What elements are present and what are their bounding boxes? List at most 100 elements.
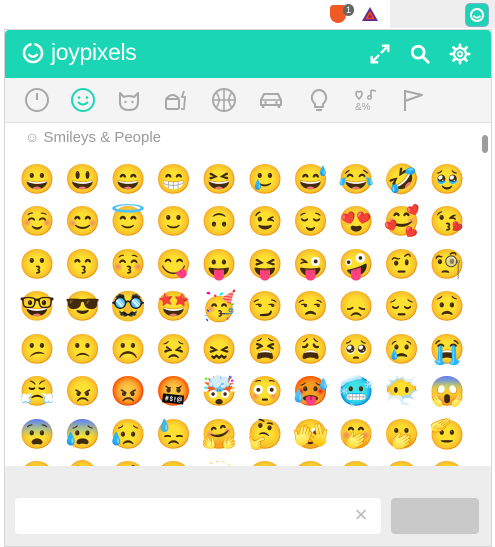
category-recent[interactable] <box>23 86 51 114</box>
emoji-item[interactable]: 🥹 <box>429 162 465 198</box>
emoji-item[interactable]: 🫣 <box>293 417 329 453</box>
emoji-item[interactable]: 😆 <box>201 162 237 198</box>
emoji-item[interactable]: 🤣 <box>384 162 420 198</box>
emoji-item[interactable]: 🤪 <box>338 247 374 283</box>
emoji-item[interactable]: 😛 <box>201 247 237 283</box>
emoji-item[interactable]: 🫡 <box>429 417 465 453</box>
browser-toolbar: 1 <box>0 0 495 28</box>
emoji-item[interactable]: 🥵 <box>293 375 329 411</box>
emoji-item[interactable]: 😱 <box>429 375 465 411</box>
category-objects[interactable] <box>305 86 333 114</box>
emoji-item[interactable]: 🤩 <box>156 290 192 326</box>
section-title: ☺ Smileys & People <box>25 129 161 146</box>
emoji-item[interactable]: 😂 <box>338 162 374 198</box>
emoji-item[interactable]: 😖 <box>201 332 237 368</box>
emoji-item[interactable]: 😋 <box>156 247 192 283</box>
emoji-scrollbar[interactable] <box>481 131 489 466</box>
emoji-item[interactable]: 🥳 <box>201 290 237 326</box>
emoji-item[interactable]: 😘 <box>429 205 465 241</box>
emoji-item[interactable]: 😅 <box>293 162 329 198</box>
emoji-item[interactable]: 😇 <box>110 205 146 241</box>
emoji-item[interactable]: 😚 <box>110 247 146 283</box>
emoji-item[interactable]: 😤 <box>19 375 55 411</box>
emoji-item[interactable]: 😌 <box>293 205 329 241</box>
emoji-item[interactable]: 🤬 <box>156 375 192 411</box>
copy-button[interactable] <box>391 498 479 534</box>
picker-header: joypixels <box>5 30 491 78</box>
category-symbols[interactable]: &% <box>352 86 380 114</box>
emoji-item[interactable]: 🤨 <box>384 247 420 283</box>
emoji-item[interactable]: 😶‍🌫️ <box>384 375 420 411</box>
emoji-item[interactable]: 😍 <box>338 205 374 241</box>
emoji-item[interactable]: 😔 <box>384 290 420 326</box>
brave-rewards-button[interactable] <box>360 4 380 24</box>
emoji-item[interactable]: 🥲 <box>247 162 283 198</box>
scrollbar-thumb[interactable] <box>482 135 488 153</box>
emoji-item[interactable]: 😊 <box>65 205 101 241</box>
bat-triangle-icon <box>362 7 378 21</box>
emoji-item[interactable]: 🤓 <box>19 290 55 326</box>
emoji-item[interactable]: 🥶 <box>338 375 374 411</box>
clock-icon <box>25 88 49 112</box>
search-icon <box>410 44 430 64</box>
emoji-item[interactable]: 🙃 <box>201 205 237 241</box>
emoji-item[interactable]: 😨 <box>19 417 55 453</box>
brave-shields-button[interactable]: 1 <box>328 4 354 24</box>
emoji-item[interactable]: 😳 <box>247 375 283 411</box>
emoji-item[interactable]: 🤯 <box>201 375 237 411</box>
category-activity[interactable] <box>210 86 238 114</box>
emoji-item[interactable]: 😣 <box>156 332 192 368</box>
category-people[interactable] <box>69 86 97 114</box>
emoji-item[interactable]: 😫 <box>247 332 283 368</box>
emoji-item[interactable]: 😰 <box>65 417 101 453</box>
emoji-item[interactable]: 😗 <box>19 247 55 283</box>
emoji-item[interactable]: 😙 <box>65 247 101 283</box>
emoji-item[interactable]: 😢 <box>384 332 420 368</box>
emoji-item[interactable]: 😜 <box>293 247 329 283</box>
emoji-item[interactable]: 🧐 <box>429 247 465 283</box>
emoji-item[interactable]: 😞 <box>338 290 374 326</box>
emoji-item[interactable]: 🥺 <box>338 332 374 368</box>
emoji-item[interactable]: 🤭 <box>338 417 374 453</box>
expand-button[interactable] <box>368 42 392 66</box>
category-food[interactable] <box>161 86 189 114</box>
category-nature[interactable] <box>115 86 143 114</box>
ball-icon <box>212 88 236 112</box>
emoji-grid: 😀 😃 😄 😁 😆 🥲 😅 😂 🤣 🥹 ☺️ 😊 😇 🙂 🙃 😉 😌 😍 🥰 😘 😗 😙 😚 😋 😛 😝 😜 🤪 🤨 🧐 🤓 😎 🥸 🤩 🥳 😏 😒 😞 😔… <box>19 162 469 466</box>
emoji-item[interactable]: 🥰 <box>384 205 420 241</box>
emoji-item[interactable]: 😠 <box>65 375 101 411</box>
category-travel[interactable] <box>257 86 285 114</box>
emoji-item[interactable]: ☹️ <box>110 332 146 368</box>
emoji-item[interactable]: 😝 <box>247 247 283 283</box>
emoji-item[interactable]: 😟 <box>429 290 465 326</box>
settings-button[interactable] <box>448 42 472 66</box>
emoji-item[interactable]: 😒 <box>293 290 329 326</box>
joypixels-logo-icon <box>470 8 484 22</box>
emoji-item[interactable]: 😕 <box>19 332 55 368</box>
smiley-outline-icon: ☺ <box>25 129 40 145</box>
emoji-item[interactable]: ☺️ <box>19 205 55 241</box>
emoji-item[interactable]: 😄 <box>110 162 146 198</box>
emoji-search-input[interactable] <box>15 498 381 534</box>
category-flags[interactable] <box>399 86 427 114</box>
emoji-item[interactable]: 😁 <box>156 162 192 198</box>
emoji-item[interactable]: 😀 <box>19 162 55 198</box>
emoji-item[interactable]: 🥸 <box>110 290 146 326</box>
emoji-item[interactable]: 😏 <box>247 290 283 326</box>
emoji-item[interactable]: 😎 <box>65 290 101 326</box>
clear-search-icon[interactable]: × <box>350 504 372 526</box>
emoji-item[interactable]: 😓 <box>156 417 192 453</box>
search-button[interactable] <box>408 42 432 66</box>
joypixels-extension-button[interactable] <box>465 3 489 27</box>
emoji-item[interactable]: 😩 <box>293 332 329 368</box>
emoji-item[interactable]: 🤗 <box>201 417 237 453</box>
emoji-item[interactable]: 😃 <box>65 162 101 198</box>
emoji-item[interactable]: 😉 <box>247 205 283 241</box>
emoji-item[interactable]: 🫢 <box>384 417 420 453</box>
emoji-item[interactable]: 😡 <box>110 375 146 411</box>
emoji-item[interactable]: 🤔 <box>247 417 283 453</box>
emoji-item[interactable]: 🙂 <box>156 205 192 241</box>
emoji-item[interactable]: 🙁 <box>65 332 101 368</box>
emoji-item[interactable]: 😭 <box>429 332 465 368</box>
emoji-item[interactable]: 😥 <box>110 417 146 453</box>
